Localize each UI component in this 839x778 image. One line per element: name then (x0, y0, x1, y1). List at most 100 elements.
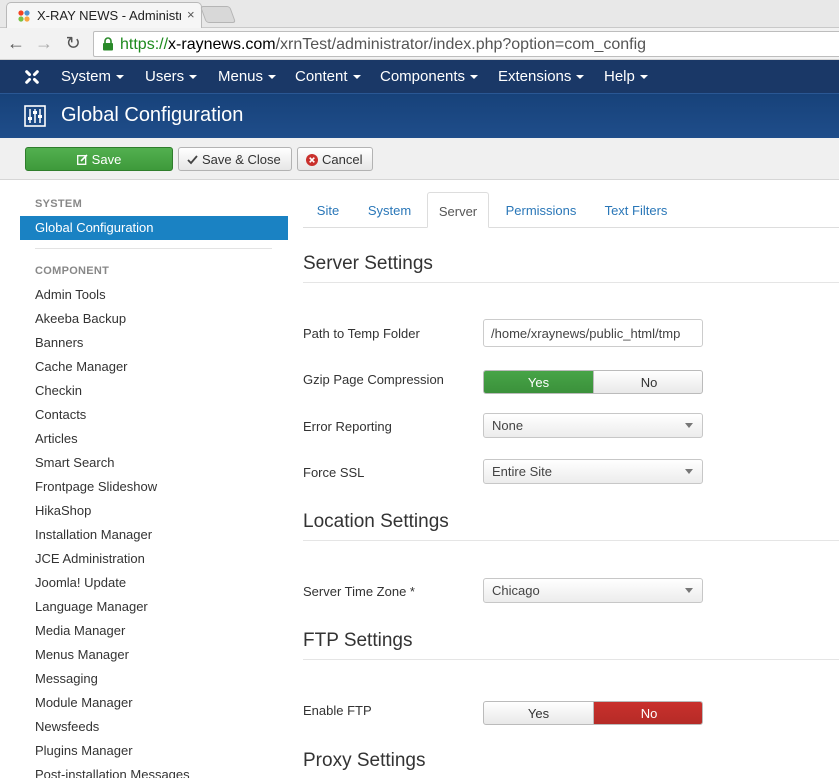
section-divider (303, 540, 839, 541)
edit-icon (76, 154, 88, 165)
menu-system-label: System (61, 68, 112, 85)
page-header: Global Configuration (0, 93, 839, 138)
sidebar-component-heading: COMPONENT (35, 265, 110, 277)
cancel-button[interactable]: Cancel (297, 147, 373, 171)
sidebar-item-installation-manager[interactable]: Installation Manager (35, 528, 190, 552)
cancel-circle-icon (306, 154, 318, 166)
sidebar-item-contacts[interactable]: Contacts (35, 408, 190, 432)
tab-site[interactable]: Site (303, 192, 353, 228)
force-ssl-value: Entire Site (492, 464, 552, 479)
gzip-no-option[interactable]: No (594, 371, 702, 393)
page-title: Global Configuration (61, 104, 244, 126)
tab-permissions[interactable]: Permissions (495, 192, 587, 228)
browser-tab-bar: X-RAY NEWS - Administra × (0, 0, 839, 29)
caret-down-icon (576, 75, 585, 80)
temp-path-input[interactable]: /home/xraynews/public_html/tmp (483, 319, 703, 347)
timezone-label: Server Time Zone * (303, 584, 415, 599)
menu-extensions[interactable]: Extensions (498, 68, 585, 85)
caret-down-icon (116, 75, 125, 80)
error-reporting-select[interactable]: None (483, 413, 703, 438)
tab-server[interactable]: Server (427, 192, 489, 228)
new-tab-button[interactable] (199, 6, 237, 23)
temp-path-label: Path to Temp Folder (303, 326, 420, 341)
tab-system[interactable]: System (357, 192, 422, 228)
dropdown-arrow-icon (685, 588, 693, 593)
menu-menus[interactable]: Menus (218, 68, 277, 85)
sidebar-item-joomla-update[interactable]: Joomla! Update (35, 576, 190, 600)
save-button[interactable]: Save (25, 147, 173, 171)
gzip-toggle: Yes No (483, 370, 703, 394)
sidebar-item-plugins-manager[interactable]: Plugins Manager (35, 744, 190, 768)
sidebar-item-cache-manager[interactable]: Cache Manager (35, 360, 190, 384)
sidebar-item-language-manager[interactable]: Language Manager (35, 600, 190, 624)
save-label: Save (91, 152, 122, 167)
lock-icon (103, 37, 113, 51)
close-tab-icon[interactable]: × (187, 7, 195, 22)
action-toolbar: Save Save & Close Cancel (0, 138, 839, 180)
menu-users[interactable]: Users (145, 68, 198, 85)
admin-top-menu: System Users Menus Content Components Ex… (0, 60, 839, 93)
sidebar-item-hikashop[interactable]: HikaShop (35, 504, 190, 528)
sidebar-item-global-configuration[interactable]: Global Configuration (20, 216, 288, 240)
menu-components-label: Components (380, 68, 466, 85)
menu-extensions-label: Extensions (498, 68, 572, 85)
reload-icon[interactable]: ↻ (63, 33, 83, 54)
sidebar-item-akeeba-backup[interactable]: Akeeba Backup (35, 312, 190, 336)
location-settings-heading: Location Settings (303, 511, 449, 532)
sidebar-item-messaging[interactable]: Messaging (35, 672, 190, 696)
caret-down-icon (189, 75, 198, 80)
sidebar-item-articles[interactable]: Articles (35, 432, 190, 456)
cancel-label: Cancel (322, 152, 363, 167)
sidebar-item-jce-administration[interactable]: JCE Administration (35, 552, 190, 576)
sidebar-item-media-manager[interactable]: Media Manager (35, 624, 190, 648)
save-and-close-button[interactable]: Save & Close (178, 147, 292, 171)
sidebar-item-banners[interactable]: Banners (35, 336, 190, 360)
tab-text-filters[interactable]: Text Filters (595, 192, 677, 228)
section-divider (303, 282, 839, 283)
config-tabs: Site System Server Permissions Text Filt… (303, 192, 839, 228)
url-input[interactable]: https://x-raynews.com/xrnTest/administra… (93, 31, 839, 57)
error-reporting-value: None (492, 418, 524, 433)
sidebar-component-list: Admin Tools Akeeba Backup Banners Cache … (35, 288, 190, 778)
browser-tab[interactable]: X-RAY NEWS - Administra × (6, 2, 202, 29)
sidebar-item-checkin[interactable]: Checkin (35, 384, 190, 408)
timezone-select[interactable]: Chicago (483, 578, 703, 603)
gzip-yes-option[interactable]: Yes (484, 371, 594, 393)
force-ssl-select[interactable]: Entire Site (483, 459, 703, 484)
menu-users-label: Users (145, 68, 185, 85)
sidebar-divider (35, 248, 272, 249)
sidebar-item-post-installation-messages[interactable]: Post-installation Messages (35, 768, 190, 778)
enable-ftp-label: Enable FTP (303, 703, 372, 718)
server-settings-heading: Server Settings (303, 253, 433, 274)
sidebar-item-smart-search[interactable]: Smart Search (35, 456, 190, 480)
menu-help-label: Help (604, 68, 635, 85)
ftp-yes-option[interactable]: Yes (484, 702, 594, 724)
back-arrow-icon[interactable]: ← (6, 33, 26, 54)
menu-system[interactable]: System (61, 68, 125, 85)
section-divider (303, 659, 839, 660)
sidebar-item-admin-tools[interactable]: Admin Tools (35, 288, 190, 312)
menu-help[interactable]: Help (604, 68, 648, 85)
sidebar-item-newsfeeds[interactable]: Newsfeeds (35, 720, 190, 744)
check-icon (187, 155, 198, 165)
enable-ftp-toggle: Yes No (483, 701, 703, 725)
caret-down-icon (639, 75, 648, 80)
joomla-logo-icon[interactable] (22, 67, 42, 87)
caret-down-icon (470, 75, 479, 80)
browser-tab-title: X-RAY NEWS - Administra (37, 8, 181, 23)
sidebar-item-frontpage-slideshow[interactable]: Frontpage Slideshow (35, 480, 190, 504)
proxy-settings-heading: Proxy Settings (303, 750, 426, 771)
dropdown-arrow-icon (685, 469, 693, 474)
browser-address-bar: ← → ↻ https://x-raynews.com/xrnTest/admi… (0, 28, 839, 60)
ftp-no-option[interactable]: No (594, 702, 702, 724)
ftp-settings-heading: FTP Settings (303, 630, 413, 651)
sidebar-item-menus-manager[interactable]: Menus Manager (35, 648, 190, 672)
sidebar-item-module-manager[interactable]: Module Manager (35, 696, 190, 720)
menu-components[interactable]: Components (380, 68, 479, 85)
caret-down-icon (268, 75, 277, 80)
menu-content[interactable]: Content (295, 68, 361, 85)
save-and-close-label: Save & Close (202, 152, 281, 167)
sidebar-system-heading: SYSTEM (35, 198, 83, 210)
forward-arrow-icon[interactable]: → (34, 33, 54, 54)
url-host: x-raynews.com (168, 36, 276, 53)
